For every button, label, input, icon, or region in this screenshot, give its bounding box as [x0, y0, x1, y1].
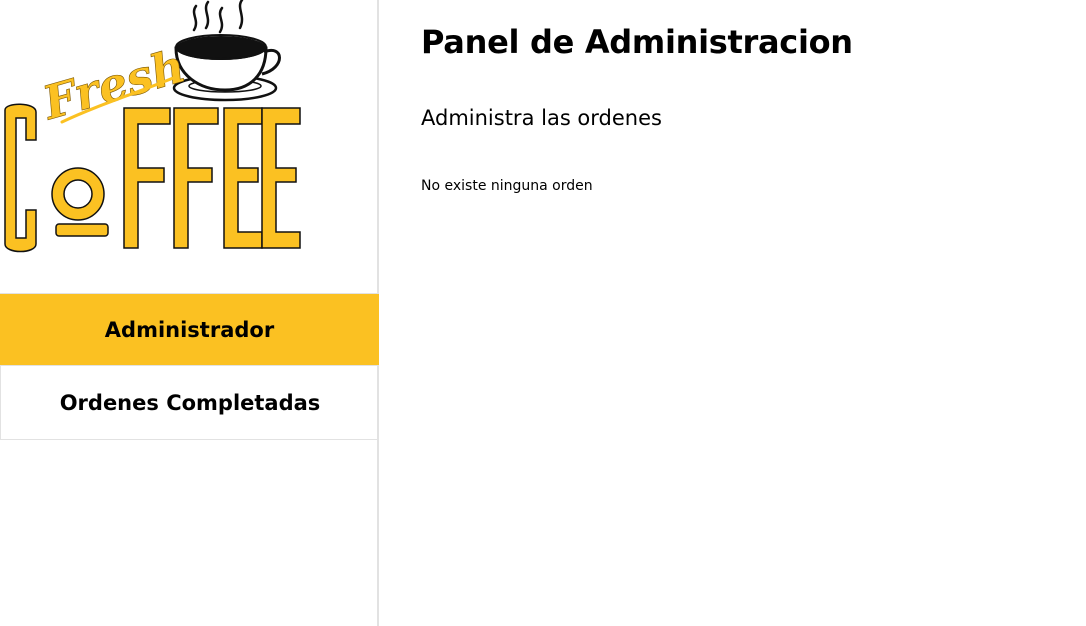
sidebar-item-administrador[interactable]: Administrador — [0, 293, 379, 366]
sidebar-item-label: Ordenes Completadas — [59, 390, 321, 415]
sidebar: Fresh Administrador Ordenes Completadas — [0, 0, 379, 626]
sidebar-item-ordenes-completadas[interactable]: Ordenes Completadas — [0, 366, 379, 440]
fresh-coffee-logo: Fresh — [4, 0, 301, 253]
app: Fresh Administrador Ordenes Completadas … — [0, 0, 1086, 626]
sidebar-nav: Administrador Ordenes Completadas — [0, 293, 379, 440]
empty-orders-message: No existe ninguna orden — [421, 178, 593, 194]
coffee-wordmark — [4, 103, 301, 253]
page-subtitle: Administra las ordenes — [421, 106, 662, 130]
sidebar-item-label: Administrador — [104, 317, 275, 342]
page-title: Panel de Administracion — [421, 23, 853, 61]
